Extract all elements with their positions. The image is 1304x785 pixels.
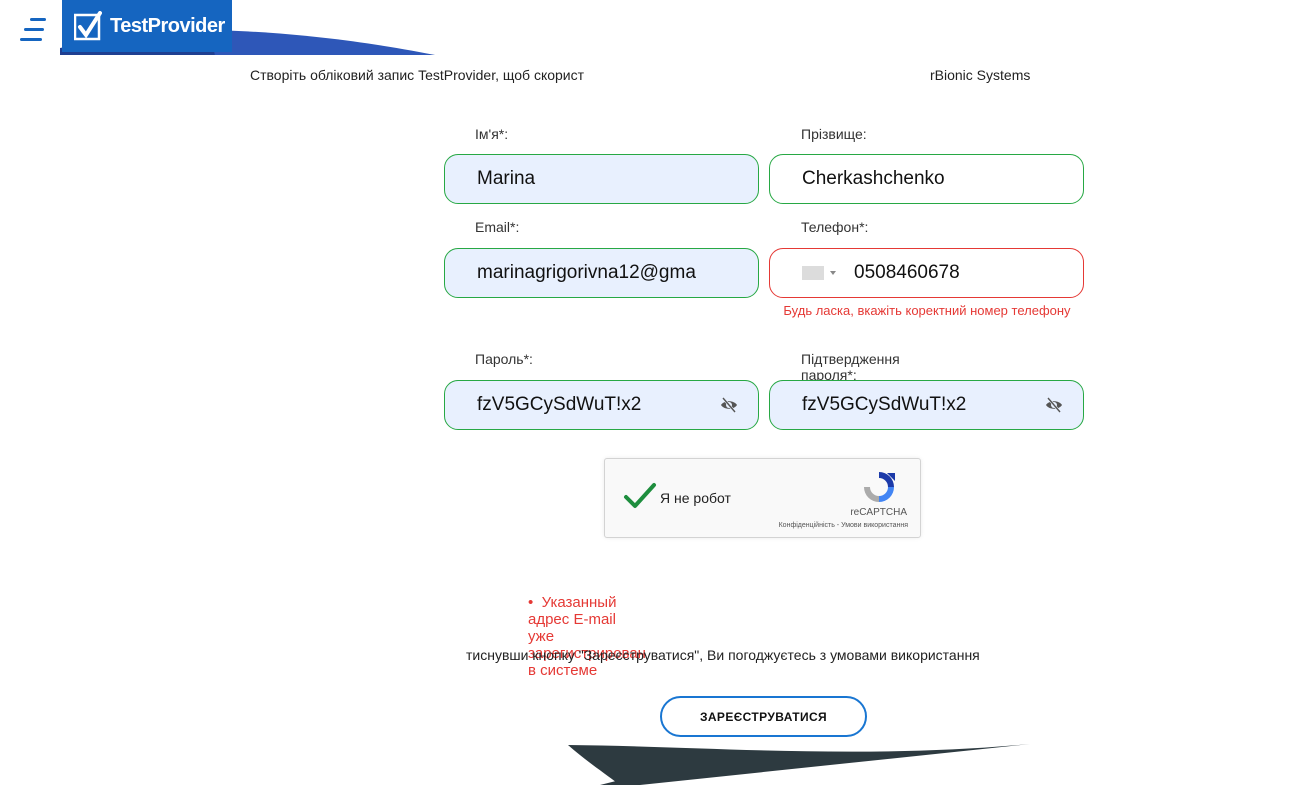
eye-off-icon[interactable] xyxy=(720,396,738,414)
password-value: fzV5GCySdWuT!x2 xyxy=(477,394,642,415)
intro-text: Створіть обліковий запис TestProvider, щ… xyxy=(250,67,585,83)
last-name-label: Прізвище: xyxy=(801,126,867,142)
checkmark-logo-icon xyxy=(74,11,102,41)
recaptcha-logo-icon xyxy=(864,472,895,502)
phone-error-message: Будь ласка, вкажіть коректний номер теле… xyxy=(783,303,1071,318)
last-name-value: Cherkashchenko xyxy=(802,168,945,189)
password-label: Пароль*: xyxy=(475,351,533,367)
bullet-icon: • xyxy=(528,594,542,611)
register-button[interactable]: ЗАРЕЄСТРУВАТИСЯ xyxy=(660,696,867,737)
top-bar: TestProvider xyxy=(0,0,1304,56)
terms-notice: тиснувши кнопку "Зареєструватися", Ви по… xyxy=(466,647,980,663)
country-flag-icon[interactable] xyxy=(802,266,824,280)
logo[interactable]: TestProvider xyxy=(62,0,232,52)
recaptcha-brand: reCAPTCHA xyxy=(850,507,907,518)
email-value: marinagrigorivna12@gma xyxy=(477,262,696,283)
server-error-message: • Указанный адрес E-mail уже зарегистрир… xyxy=(528,594,646,679)
confirm-password-field[interactable]: fzV5GCySdWuT!x2 xyxy=(769,380,1084,430)
email-label: Email*: xyxy=(475,219,520,235)
recaptcha-links[interactable]: Конфіденційність - Умови використання xyxy=(779,522,908,529)
first-name-label: Ім'я*: xyxy=(475,126,509,142)
first-name-field[interactable]: Marina xyxy=(444,154,759,204)
last-name-field[interactable]: Cherkashchenko xyxy=(769,154,1084,204)
server-error-text: Указанный адрес E-mail уже зарегистриров… xyxy=(528,594,646,679)
chevron-down-icon[interactable] xyxy=(830,271,836,275)
confirm-password-value: fzV5GCySdWuT!x2 xyxy=(802,394,967,415)
recaptcha-widget[interactable]: Я не робот reCAPTCHA Конфіденційність - … xyxy=(604,458,921,538)
confirm-password-label: Підтвердження пароля*: xyxy=(801,351,900,383)
eye-off-icon[interactable] xyxy=(1045,396,1063,414)
password-field[interactable]: fzV5GCySdWuT!x2 xyxy=(444,380,759,430)
first-name-value: Marina xyxy=(477,168,536,189)
captcha-label: Я не робот xyxy=(660,490,731,506)
phone-label: Телефон*: xyxy=(801,219,869,235)
phone-field[interactable]: 0508460678 xyxy=(769,248,1084,298)
menu-icon[interactable] xyxy=(14,10,58,50)
phone-value: 0508460678 xyxy=(854,262,960,283)
logo-text: TestProvider xyxy=(110,14,225,37)
intro-text-tail: rBionic Systems xyxy=(930,67,1031,83)
email-field[interactable]: marinagrigorivna12@gma xyxy=(444,248,759,298)
checkmark-icon[interactable] xyxy=(623,481,657,511)
